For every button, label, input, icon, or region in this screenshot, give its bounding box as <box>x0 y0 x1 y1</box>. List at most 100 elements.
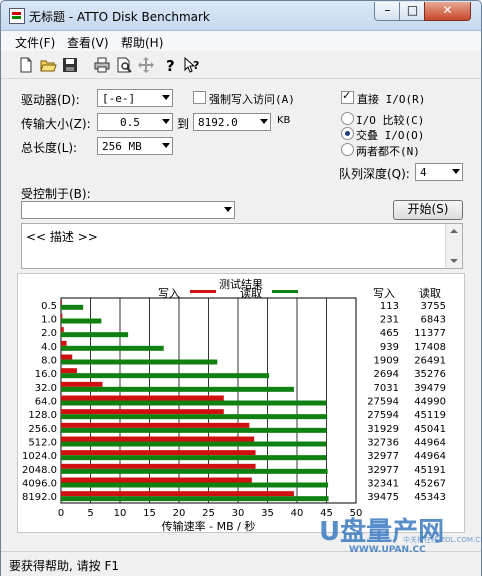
radio-overlapped-io[interactable] <box>341 127 354 140</box>
open-icon[interactable] <box>39 56 57 74</box>
menu-view[interactable]: 查看(V) <box>67 34 109 51</box>
write-value: 939 <box>380 342 399 353</box>
write-bar <box>61 422 250 428</box>
x-tick-label: 0 <box>58 508 64 519</box>
x-tick-label: 50 <box>350 508 363 519</box>
chevron-down-icon <box>452 169 460 174</box>
menu-help[interactable]: 帮助(H) <box>121 34 163 51</box>
move-icon[interactable] <box>137 56 155 74</box>
write-value: 27594 <box>367 397 399 408</box>
print-icon[interactable] <box>93 56 111 74</box>
total-length-select[interactable]: 256 MB <box>97 137 173 155</box>
legend-read-swatch <box>272 290 298 293</box>
read-value: 17408 <box>414 342 446 353</box>
write-bar <box>61 436 255 442</box>
help-icon[interactable]: ? <box>161 56 179 75</box>
chevron-down-icon <box>260 119 268 124</box>
total-length-value: 256 MB <box>102 140 142 153</box>
write-value: 113 <box>380 301 399 312</box>
results-chart: 测试结果写入 读取 写入 读取0 5 10 15 20 25 30 35 40 45 50传输速率 - M… <box>22 278 446 533</box>
y-tick-label: 256.0 <box>28 424 57 435</box>
scroll-up-icon <box>450 229 458 233</box>
chevron-down-icon <box>224 207 232 212</box>
drive-select[interactable]: [-e-] <box>97 89 173 107</box>
force-write-checkbox[interactable] <box>193 91 206 104</box>
write-bar <box>61 477 252 483</box>
y-tick-label: 32.0 <box>35 383 57 394</box>
write-bar <box>61 327 64 333</box>
y-tick-label: 4096.0 <box>22 479 57 490</box>
description-field[interactable]: << 描述 >> <box>21 223 463 269</box>
transfer-size-label: 传输大小(Z): <box>21 117 91 131</box>
title-bar[interactable]: 无标题 - ATTO Disk Benchmark – □ ✕ <box>1 1 481 31</box>
y-tick-label: 8192.0 <box>22 492 57 503</box>
direct-io-label: 直接 I/O(R) <box>357 93 426 106</box>
status-bar: 要获得帮助, 请按 F1 <box>1 551 481 576</box>
write-bar <box>61 354 73 360</box>
menu-bar: 文件(F) 查看(V) 帮助(H) <box>1 31 481 51</box>
read-value: 35276 <box>414 369 446 380</box>
chevron-down-icon <box>162 119 170 124</box>
read-value: 11377 <box>414 328 446 339</box>
read-bar <box>61 455 327 461</box>
svg-text:?: ? <box>193 59 199 72</box>
y-tick-label: 2.0 <box>41 328 57 339</box>
y-tick-label: 128.0 <box>28 410 57 421</box>
window-title: 无标题 - ATTO Disk Benchmark <box>29 10 210 24</box>
write-bar <box>61 381 103 387</box>
read-value: 44990 <box>414 397 446 408</box>
drive-value: [-e-] <box>102 92 136 105</box>
radio-io-compare[interactable] <box>341 112 354 125</box>
app-icon <box>9 8 25 24</box>
column-header-read: 读取 <box>419 286 441 300</box>
transfer-from-select[interactable]: 0.5 <box>97 113 173 131</box>
save-icon[interactable] <box>61 56 79 74</box>
toolbar: ? ? <box>1 52 481 79</box>
new-icon[interactable] <box>17 56 35 74</box>
transfer-to-select[interactable]: 8192.0 <box>193 113 271 131</box>
maximize-button[interactable]: □ <box>399 2 426 21</box>
description-scrollbar[interactable] <box>445 224 462 268</box>
x-axis-label: 传输速率 - MB / 秒 <box>162 519 256 532</box>
context-help-icon[interactable]: ? <box>183 56 201 74</box>
transfer-from-value: 0.5 <box>120 116 140 129</box>
read-bar <box>61 373 270 379</box>
x-tick-label: 10 <box>114 508 127 519</box>
drive-label: 驱动器(D): <box>21 93 80 107</box>
write-bar <box>61 491 294 497</box>
read-value: 26491 <box>414 356 446 367</box>
read-value: 6843 <box>421 315 446 326</box>
read-bar <box>61 441 327 447</box>
write-bar <box>61 368 77 374</box>
read-bar <box>61 496 329 502</box>
minimize-button[interactable]: – <box>374 2 401 21</box>
print-preview-icon[interactable] <box>115 56 133 74</box>
write-value: 32977 <box>367 451 399 462</box>
radio-overlapped-io-label: 交叠 I/O(O) <box>356 129 425 142</box>
read-value: 45191 <box>414 465 446 476</box>
read-value: 39479 <box>414 383 446 394</box>
read-value: 3755 <box>421 301 446 312</box>
direct-io-checkbox[interactable] <box>341 89 354 104</box>
radio-neither-label: 两者都不(N) <box>356 145 420 158</box>
read-bar <box>61 332 129 338</box>
start-button[interactable]: 开始(S) <box>393 200 463 220</box>
y-tick-label: 1024.0 <box>22 451 57 462</box>
chevron-down-icon <box>162 95 170 100</box>
write-value: 31929 <box>367 424 399 435</box>
svg-text:?: ? <box>166 57 175 74</box>
queue-depth-select[interactable]: 4 <box>415 163 463 181</box>
radio-neither[interactable] <box>341 143 354 156</box>
write-bar <box>61 395 224 401</box>
write-value: 32341 <box>367 479 399 490</box>
write-bar <box>61 313 63 319</box>
write-value: 2694 <box>374 369 399 380</box>
transfer-to-value: 8192.0 <box>198 116 238 129</box>
y-tick-label: 4.0 <box>41 342 57 353</box>
x-tick-label: 15 <box>143 508 156 519</box>
write-value: 27594 <box>367 410 399 421</box>
force-write-label: 强制写入访问(A) <box>209 93 295 106</box>
controlled-by-select[interactable] <box>21 201 235 219</box>
menu-file[interactable]: 文件(F) <box>15 34 55 51</box>
close-button[interactable]: ✕ <box>424 2 471 21</box>
